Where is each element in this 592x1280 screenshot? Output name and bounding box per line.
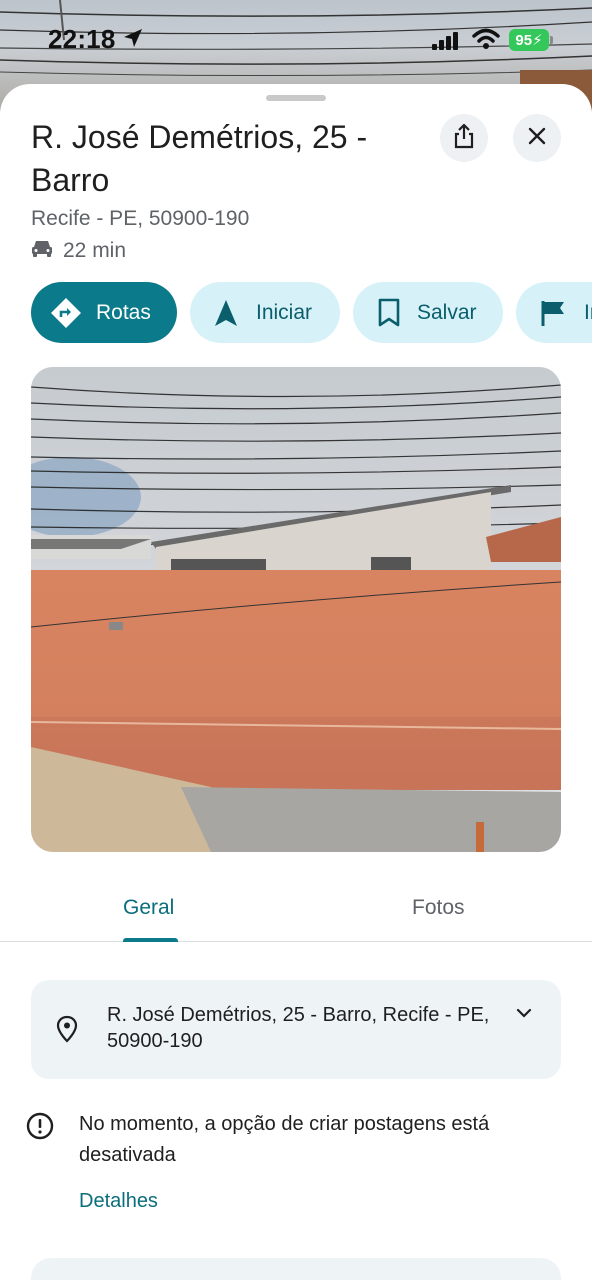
tab-bar: Geral Fotos [0,874,592,942]
car-icon [31,238,53,264]
directions-label: Rotas [96,300,151,324]
chevron-down-icon[interactable] [515,1006,533,1024]
status-bar: 22:18 95 ⚡ [0,0,592,80]
flag-button[interactable]: Ir [516,282,592,343]
navigation-arrow-icon [214,299,238,327]
drive-time: 22 min [63,239,127,262]
sheet-grabber[interactable] [266,95,326,101]
start-button[interactable]: Iniciar [190,282,340,343]
close-button[interactable] [513,114,561,162]
details-link[interactable]: Detalhes [79,1190,158,1213]
next-section-card [31,1258,561,1280]
cellular-signal-icon [432,32,460,55]
full-address: R. José Demétrios, 25 - Barro, Recife - … [107,1004,490,1052]
flag-icon [540,299,568,327]
directions-icon [50,297,82,329]
battery-tip [550,36,553,44]
place-subtitle: Recife - PE, 50900-190 [31,207,250,230]
start-label: Iniciar [256,300,313,324]
share-button[interactable] [440,114,488,162]
flag-label: Ir [584,300,592,324]
address-row[interactable]: R. José Demétrios, 25 - Barro, Recife - … [31,980,561,1079]
share-icon [453,123,475,154]
close-icon [528,127,546,150]
directions-button[interactable]: Rotas [31,282,177,343]
posting-disabled-notice: No momento, a opção de criar postagens e… [79,1113,490,1166]
tab-fotos[interactable]: Fotos [412,896,465,920]
save-label: Salvar [417,300,477,324]
status-time: 22:18 [48,24,116,54]
tab-geral[interactable]: Geral [123,896,174,920]
bookmark-icon [377,298,401,328]
drive-time-row: 22 min [31,238,126,264]
battery-indicator: 95 ⚡ [509,29,549,51]
tab-active-indicator [123,938,178,942]
street-view-photo[interactable] [31,367,561,852]
place-sheet: R. José Demétrios, 25 - Barro Recife - P… [0,84,592,1280]
battery-level: 95 [515,31,533,49]
wifi-icon [472,28,500,55]
location-pin-icon [56,1015,78,1048]
alert-circle-icon [26,1112,54,1145]
save-button[interactable]: Salvar [353,282,503,343]
location-arrow-icon [122,27,144,54]
action-chips: Rotas Iniciar Salvar Ir [31,282,592,344]
place-title: R. José Demétrios, 25 - Barro [31,119,368,198]
